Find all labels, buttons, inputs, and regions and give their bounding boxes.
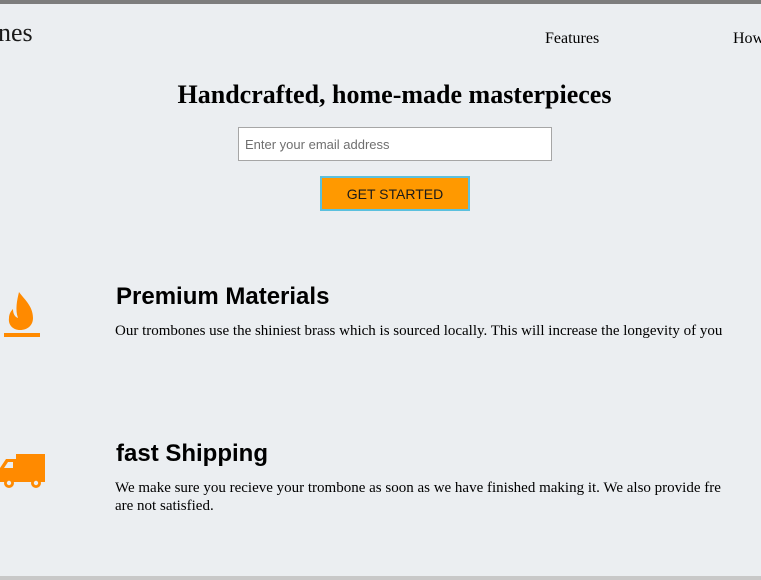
fire-icon <box>4 292 40 337</box>
feature-text-fast-shipping: We make sure you recieve your trombone a… <box>115 479 761 515</box>
nav-link-how-it-works[interactable]: How <box>733 30 761 48</box>
get-started-button[interactable]: GET STARTED <box>320 176 470 211</box>
logo[interactable]: nes <box>0 18 33 48</box>
top-border <box>0 0 761 4</box>
feature-text-line: We make sure you recieve your trombone a… <box>115 480 721 496</box>
truck-icon <box>0 454 45 488</box>
feature-text-premium-materials: Our trombones use the shiniest brass whi… <box>115 323 723 339</box>
feature-heading-fast-shipping: fast Shipping <box>116 440 268 467</box>
nav-link-features[interactable]: Features <box>545 30 599 48</box>
feature-heading-premium-materials: Premium Materials <box>116 283 330 310</box>
feature-text-line: are not satisfied. <box>115 498 214 514</box>
hero-title: Handcrafted, home-made masterpieces <box>177 80 612 109</box>
bottom-border <box>0 576 761 580</box>
email-input[interactable] <box>238 127 552 161</box>
